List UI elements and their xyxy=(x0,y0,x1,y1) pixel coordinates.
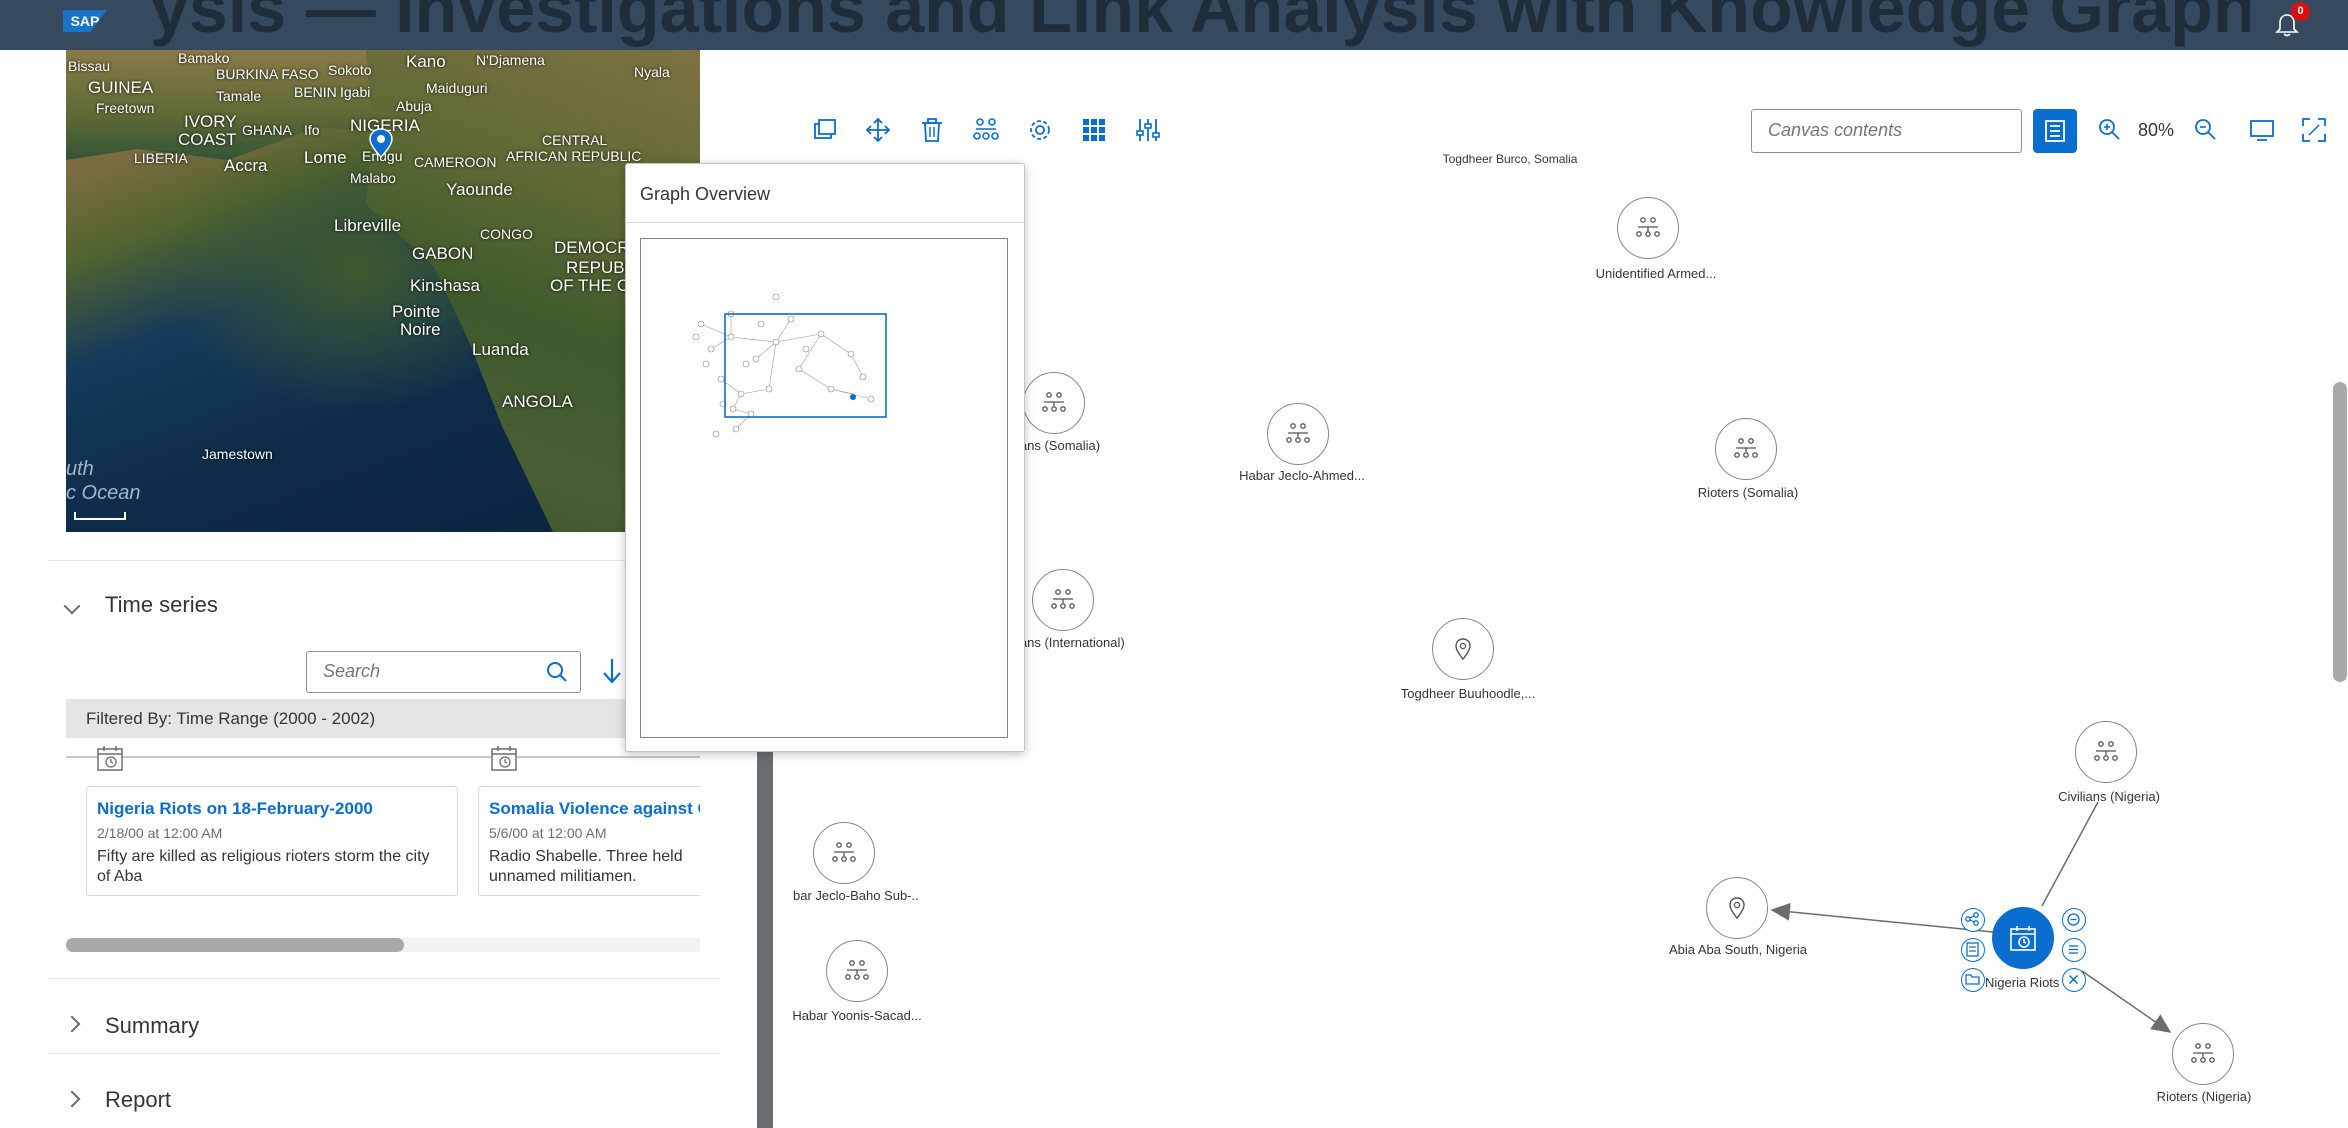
node-civilians-somalia[interactable] xyxy=(1023,372,1085,434)
graph-edge xyxy=(1770,902,2024,936)
minimap-viewport[interactable] xyxy=(724,313,887,418)
group-icon xyxy=(1051,589,1075,609)
node-rioters-somalia[interactable] xyxy=(1715,418,1777,480)
group-icon xyxy=(2191,1043,2215,1063)
node-rioters-nigeria[interactable] xyxy=(2172,1023,2234,1085)
graph-overview-title: Graph Overview xyxy=(640,184,771,204)
node-habar-yoonis[interactable] xyxy=(826,940,888,1002)
node-label: ians (International) xyxy=(1017,635,1125,650)
node-civilians-nigeria[interactable] xyxy=(2075,721,2137,783)
node-label: Habar Yoonis-Sacad... xyxy=(792,1008,922,1023)
share-node-button[interactable] xyxy=(1961,908,1985,932)
graph-overview-separator xyxy=(626,222,1024,223)
group-icon xyxy=(1042,392,1066,412)
graph-edge xyxy=(2081,970,2172,1033)
close-node-button[interactable] xyxy=(2062,968,2086,992)
graph-edges xyxy=(1770,801,2172,1033)
node-label: Abia Aba South, Nigeria xyxy=(1668,942,1808,957)
folder-icon xyxy=(1965,974,1980,985)
node-habar-jeclo-ahmed[interactable] xyxy=(1267,403,1329,465)
group-icon xyxy=(1286,423,1310,443)
node-label: Unidentified Armed... xyxy=(1595,266,1717,281)
node-unidentified-armed[interactable] xyxy=(1617,197,1679,259)
calendar-event-icon xyxy=(2010,926,2036,951)
group-icon xyxy=(832,842,856,862)
location-pin-icon xyxy=(1729,897,1745,920)
close-icon xyxy=(2068,974,2079,985)
node-abia-aba-south[interactable] xyxy=(1706,877,1768,939)
minus-circle-icon xyxy=(2067,913,2080,926)
node-civilians-international[interactable] xyxy=(1032,569,1094,631)
group-icon xyxy=(2094,741,2118,761)
list-menu-icon xyxy=(2069,945,2078,954)
share-icon xyxy=(1965,912,1979,926)
graph-edge xyxy=(2041,801,2099,907)
details-node-button[interactable] xyxy=(1961,938,1985,962)
node-label: ians (Somalia) xyxy=(1017,438,1101,453)
collapse-node-button[interactable] xyxy=(2062,908,2086,932)
folder-node-button[interactable] xyxy=(1961,968,1985,992)
group-icon xyxy=(845,960,869,980)
menu-node-button[interactable] xyxy=(2062,938,2086,962)
graph-overview-minimap[interactable] xyxy=(640,238,1008,738)
group-icon xyxy=(1734,438,1758,458)
group-icon xyxy=(1636,217,1660,237)
node-label: Rioters (Somalia) xyxy=(1697,485,1799,500)
node-label: Civilians (Nigeria) xyxy=(2058,789,2160,804)
node-label: Rioters (Nigeria) xyxy=(2156,1089,2252,1104)
node-label: Habar Jeclo-Ahmed... xyxy=(1239,468,1365,483)
details-icon xyxy=(1966,942,1979,957)
node-label: bar Jeclo-Baho Sub-.. xyxy=(793,888,919,903)
node-nigeria-riots[interactable] xyxy=(1992,907,2054,969)
vertical-scrollbar-thumb[interactable] xyxy=(2333,382,2347,682)
graph-overview-popover: Graph Overview xyxy=(625,163,1025,752)
node-label: Togdheer Buuhoodle,... xyxy=(1400,686,1536,701)
location-pin-icon xyxy=(1455,638,1471,661)
node-togdheer-buuhoodle[interactable] xyxy=(1432,618,1494,680)
node-habar-jeclo-baho[interactable] xyxy=(813,822,875,884)
minimap-graph xyxy=(692,293,887,438)
